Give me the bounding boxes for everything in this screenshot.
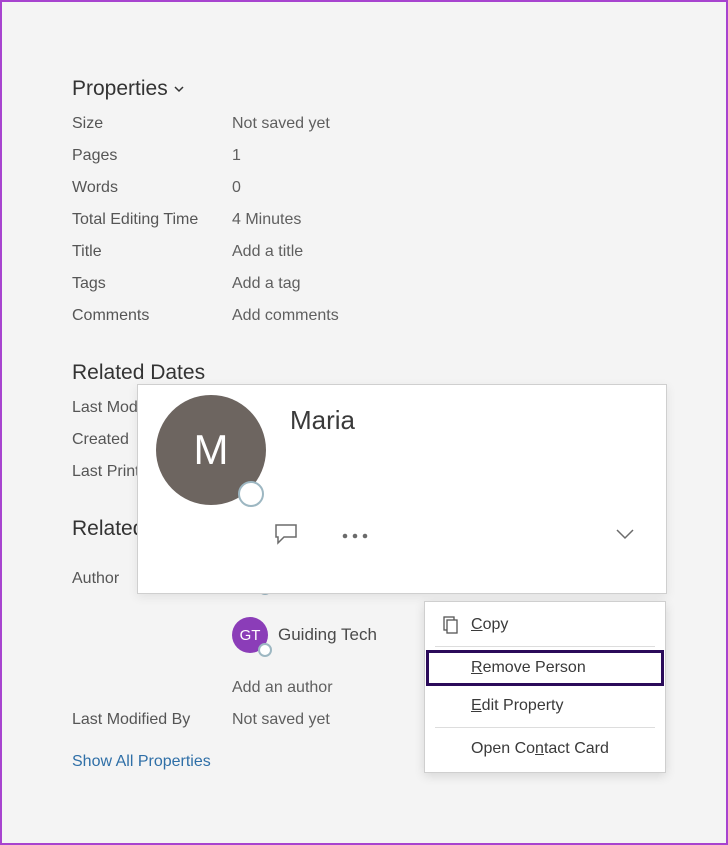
- properties-dropdown[interactable]: Properties: [72, 77, 185, 101]
- menu-item-label: Edit Property: [471, 697, 563, 715]
- words-label: Words: [72, 179, 232, 197]
- menu-item-copy[interactable]: Copy: [425, 606, 665, 644]
- menu-separator: [435, 646, 655, 647]
- last-modified-by-value: Not saved yet: [232, 711, 330, 729]
- menu-item-edit-property[interactable]: Edit Property: [425, 687, 665, 725]
- contact-card-name: Maria: [290, 405, 355, 505]
- author-name: Guiding Tech: [278, 625, 377, 645]
- menu-item-remove-person[interactable]: Remove Person: [425, 649, 665, 687]
- total-editing-time-value: 4 Minutes: [232, 211, 301, 229]
- show-all-properties-link[interactable]: Show All Properties: [72, 753, 211, 771]
- words-value: 0: [232, 179, 241, 197]
- size-label: Size: [72, 115, 232, 133]
- menu-separator: [435, 727, 655, 728]
- properties-list: Size Not saved yet Pages 1 Words 0 Total…: [72, 115, 656, 325]
- presence-icon: [258, 643, 272, 657]
- menu-item-open-contact-card[interactable]: Open Contact Card: [425, 730, 665, 768]
- last-modified-by-label: Last Modified By: [72, 711, 232, 729]
- comments-label: Comments: [72, 307, 232, 325]
- comments-field[interactable]: Add comments: [232, 307, 339, 325]
- title-label: Title: [72, 243, 232, 261]
- tags-field[interactable]: Add a tag: [232, 275, 301, 293]
- avatar-initial: GT: [240, 627, 261, 644]
- menu-item-label: Remove Person: [471, 659, 586, 677]
- avatar-initial: M: [194, 426, 229, 474]
- menu-item-label: Copy: [471, 616, 508, 634]
- copy-icon: [441, 616, 467, 634]
- title-field[interactable]: Add a title: [232, 243, 303, 261]
- total-editing-time-label: Total Editing Time: [72, 211, 232, 229]
- add-author-field[interactable]: Add an author: [232, 679, 333, 697]
- presence-icon: [238, 481, 264, 507]
- chat-icon[interactable]: [274, 523, 300, 550]
- avatar: M: [156, 395, 266, 505]
- more-icon[interactable]: [340, 528, 370, 546]
- properties-heading: Properties: [72, 77, 168, 101]
- pages-label: Pages: [72, 147, 232, 165]
- author-entry[interactable]: GT Guiding Tech: [232, 617, 377, 653]
- pages-value: 1: [232, 147, 241, 165]
- contact-card-popup: M Maria: [137, 384, 667, 594]
- related-dates-heading: Related Dates: [72, 361, 656, 385]
- tags-label: Tags: [72, 275, 232, 293]
- chevron-down-icon: [173, 77, 185, 101]
- size-value: Not saved yet: [232, 115, 330, 133]
- chevron-down-icon[interactable]: [614, 527, 636, 546]
- avatar: GT: [232, 617, 268, 653]
- menu-item-label: Open Contact Card: [471, 740, 609, 758]
- context-menu: Copy Remove Person Edit Property Open Co…: [424, 601, 666, 773]
